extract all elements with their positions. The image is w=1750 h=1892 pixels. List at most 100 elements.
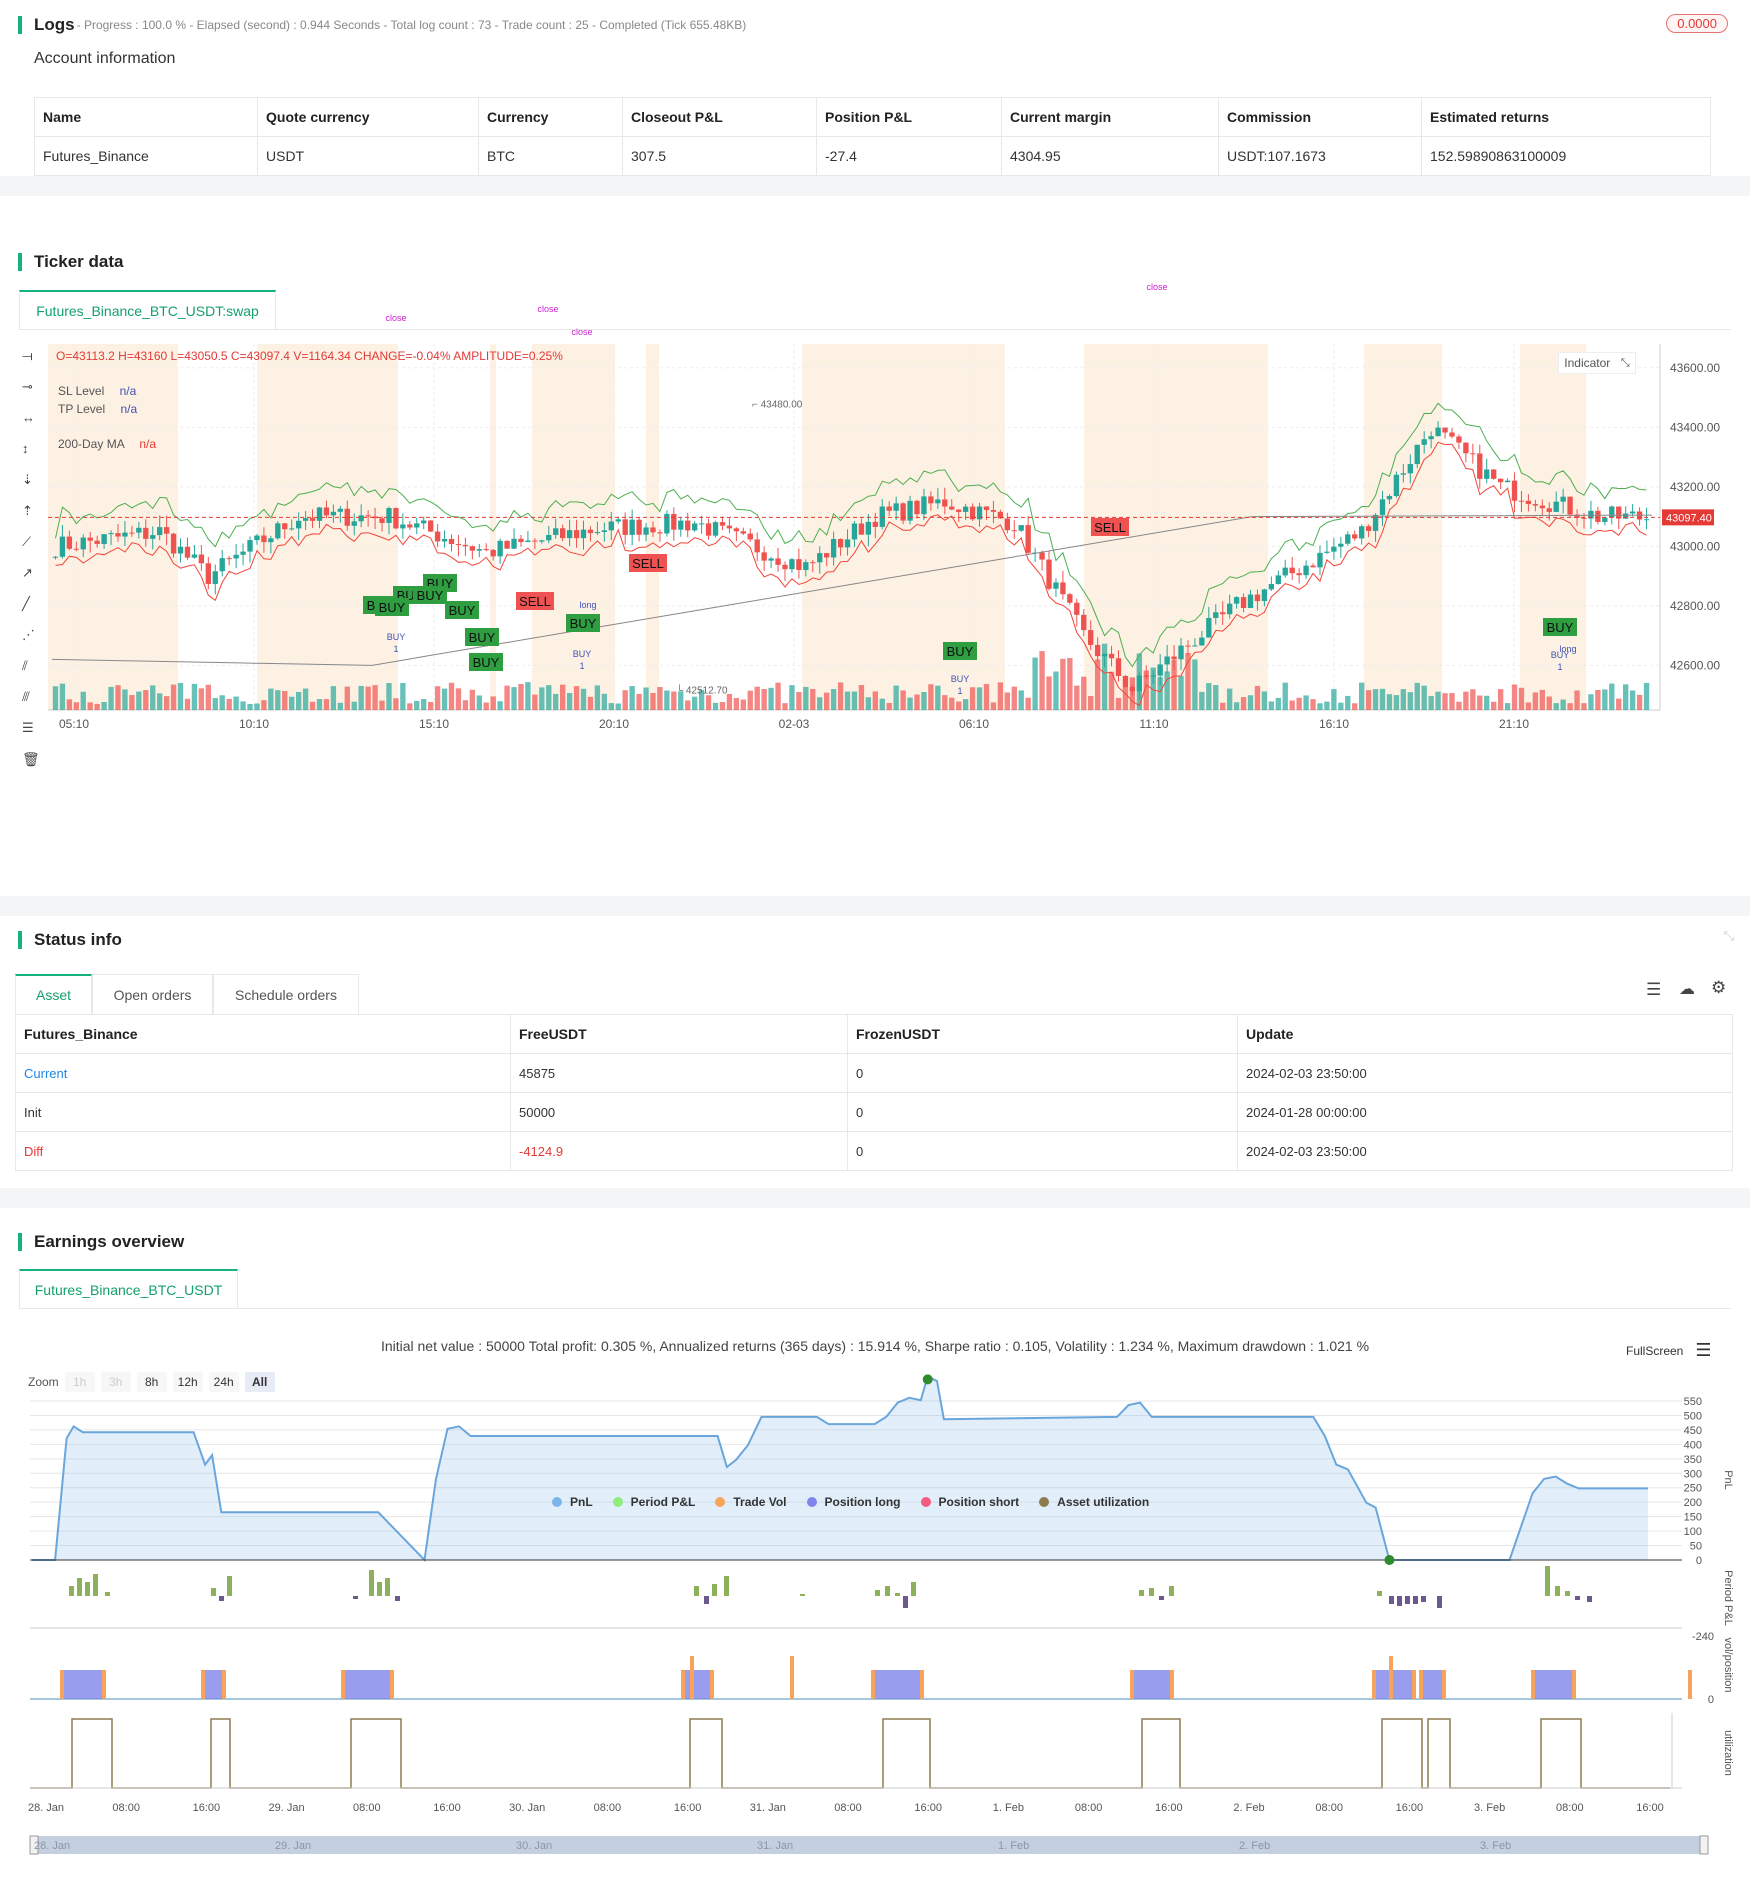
price-tick-label: 43200.00 — [1670, 480, 1720, 494]
candle-body — [1532, 504, 1539, 506]
candle-body — [1296, 573, 1302, 576]
ticker-tab[interactable]: Futures_Binance_BTC_USDT:swap — [19, 290, 276, 329]
candle-body — [962, 506, 969, 512]
volume-bar — [969, 687, 976, 710]
volume-bar — [344, 686, 350, 710]
list-icon[interactable]: ☰ — [1646, 980, 1661, 1000]
period-pnl-bar — [369, 1570, 374, 1596]
volume-bar — [893, 685, 899, 710]
marker-label: BUY — [570, 616, 597, 631]
header-cell: Name — [34, 97, 258, 137]
volume-bar — [1206, 683, 1212, 710]
legend-tp: TP Level n/a — [58, 402, 137, 416]
volume-bar — [1317, 703, 1323, 710]
vertical-line-tool-icon[interactable]: ↕ — [22, 441, 46, 472]
segment-tool-icon[interactable]: ╱ — [22, 596, 46, 627]
zoom-12h-button[interactable]: 12h — [172, 1372, 203, 1392]
trade-vol-bar — [710, 1670, 714, 1699]
volume-bar — [726, 693, 733, 710]
period-pnl-bar — [1139, 1590, 1144, 1596]
cloud-download-icon[interactable]: ☁ — [1679, 979, 1695, 999]
zoom-24h-button[interactable]: 24h — [208, 1372, 239, 1392]
vertical-ray-tool-icon[interactable]: ⇡ — [22, 503, 46, 534]
marker-label: BUY — [473, 655, 500, 670]
zoom-3h-button[interactable]: 3h — [100, 1372, 131, 1392]
legend-item[interactable]: Trade Vol — [715, 1495, 787, 1509]
candle-body — [1442, 427, 1448, 433]
legend-item[interactable]: Position long — [806, 1495, 901, 1509]
volume-bar — [1560, 699, 1566, 710]
earnings-chart[interactable]: 550500450400350300250200150100500-2400Pn… — [0, 1208, 1750, 1892]
candle-body — [1428, 436, 1434, 440]
price-range-tool-icon[interactable]: ⋰ — [22, 627, 46, 658]
tab-schedule-orders[interactable]: Schedule orders — [213, 974, 359, 1014]
volume-bar — [573, 686, 580, 710]
candle-body — [1449, 432, 1455, 437]
tab-asset[interactable]: Asset — [15, 974, 92, 1014]
horizontal-line-tool-icon[interactable]: ⟞ — [22, 348, 46, 379]
horizontal-ray-tool-icon[interactable]: ⊸ — [22, 379, 46, 410]
trend-line-tool-icon[interactable]: ⟋ — [22, 534, 46, 565]
vertical-segment-tool-icon[interactable]: ⇣ — [22, 472, 46, 503]
parallel-channel-tool-icon[interactable]: ⫽ — [22, 658, 46, 689]
section-marker — [18, 253, 22, 271]
volume-bar — [914, 694, 920, 710]
gear-icon[interactable]: ⚙ — [1711, 978, 1726, 998]
candle-body — [80, 537, 86, 550]
volume-bar — [1456, 701, 1462, 710]
legend-item[interactable]: PnL — [552, 1495, 593, 1509]
candle-body — [1060, 582, 1066, 595]
volume-bar — [511, 687, 517, 710]
fib-tool-icon[interactable]: ⫻ — [22, 689, 46, 720]
volume-bar — [1310, 699, 1316, 710]
candle-body — [1497, 478, 1504, 483]
volume-bar — [1171, 659, 1177, 710]
volume-bar — [1574, 690, 1580, 710]
period-pnl-bar — [1575, 1596, 1580, 1600]
volume-bar — [52, 686, 59, 710]
arrow-line-tool-icon[interactable]: ↗ — [22, 565, 46, 596]
earnings-title-row: Earnings overview — [18, 1232, 184, 1252]
zoom-all-button[interactable]: All — [244, 1372, 275, 1392]
zoom-8h-button[interactable]: 8h — [136, 1372, 167, 1392]
candle-body — [1053, 582, 1059, 589]
trash-icon[interactable]: 🗑 — [22, 751, 46, 782]
fullscreen-button[interactable]: FullScreen ☰ — [1626, 1340, 1712, 1361]
earnings-tab[interactable]: Futures_Binance_BTC_USDT — [19, 1269, 238, 1308]
zoom-1h-button[interactable]: 1h — [64, 1372, 95, 1392]
session-band — [48, 344, 178, 710]
tab-open-orders[interactable]: Open orders — [92, 974, 213, 1014]
buy-count: 1 — [957, 686, 962, 696]
legend-item[interactable]: Period P&L — [612, 1495, 695, 1509]
marker-label: BUY — [367, 598, 394, 613]
time-tick-label: 15:10 — [419, 717, 449, 731]
period-pnl-bar — [1545, 1566, 1550, 1596]
indicator-button[interactable]: Indicator ⤡ — [1558, 352, 1636, 374]
volume-bar — [1379, 688, 1386, 710]
ma-200-line — [51, 514, 1653, 666]
volume-bar — [1157, 677, 1163, 710]
collapse-icon[interactable]: ⤡ — [1724, 928, 1734, 944]
volume-bar — [1338, 702, 1344, 710]
legend-swatch — [715, 1497, 726, 1507]
menu-icon[interactable]: ☰ — [1695, 1340, 1711, 1361]
fib-retracement-tool-icon[interactable]: ☰ — [22, 720, 46, 751]
candle-body — [52, 556, 59, 558]
earnings-section: Earnings overview Futures_Binance_BTC_US… — [0, 1208, 1750, 1892]
row-label[interactable]: Current — [15, 1053, 511, 1093]
candle-body — [434, 531, 441, 542]
candle-body — [66, 536, 73, 549]
date-tick-label: 28. Jan — [28, 1802, 64, 1814]
candle-body — [115, 533, 121, 537]
legend-item[interactable]: Asset utilization — [1039, 1495, 1149, 1509]
expand-icon[interactable]: ⤡ — [1621, 357, 1630, 370]
candle-body — [969, 506, 976, 520]
volume-bar — [1595, 689, 1601, 710]
volume-bar — [323, 699, 330, 710]
legend-item[interactable]: Position short — [920, 1495, 1019, 1509]
candle-body — [698, 523, 705, 525]
position-long-block — [1533, 1670, 1574, 1699]
volume-bar — [1268, 701, 1275, 710]
volume-bar — [295, 691, 302, 710]
extended-line-tool-icon[interactable]: ↔ — [22, 410, 46, 441]
